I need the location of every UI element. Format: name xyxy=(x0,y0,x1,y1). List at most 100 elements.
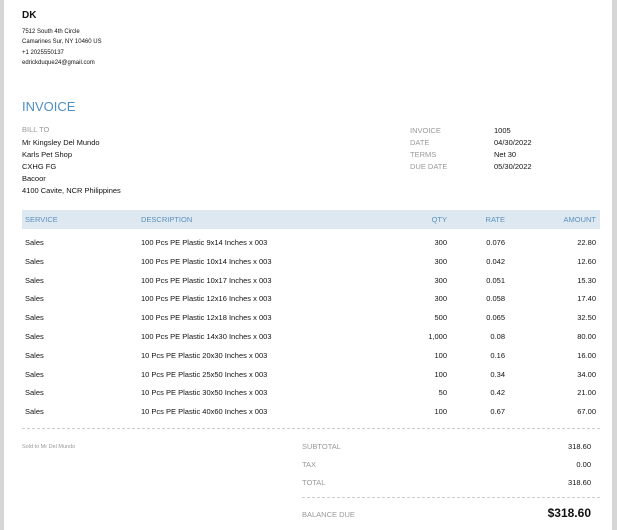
table-row: Sales 100 Pcs PE Plastic 14x30 Inches x … xyxy=(22,327,600,345)
cell-amount: 21.00 xyxy=(577,388,596,398)
bill-to-label: BILL TO xyxy=(22,125,50,134)
total-value: 318.60 xyxy=(568,478,591,487)
cell-rate: 0.058 xyxy=(486,294,505,304)
cell-service: Sales xyxy=(25,294,44,304)
meta-row: TERMS Net 30 xyxy=(410,149,532,161)
cell-qty: 100 xyxy=(434,350,447,360)
bill-to-line: Karls Pet Shop xyxy=(22,150,73,159)
cell-service: Sales xyxy=(25,275,44,285)
cell-qty: 1,000 xyxy=(428,332,447,341)
address-line: Camarines Sur, NY 10460 US xyxy=(22,39,102,46)
header-description: DESCRIPTION xyxy=(141,215,193,224)
cell-amount: 17.40 xyxy=(577,294,596,304)
meta-value: 1005 xyxy=(494,126,511,135)
meta-value: 05/30/2022 xyxy=(494,162,532,171)
header-amount: AMOUNT xyxy=(563,215,597,224)
meta-label: DUE DATE xyxy=(410,162,448,171)
meta-value: 04/30/2022 xyxy=(494,138,532,147)
header-rate: RATE xyxy=(485,215,505,224)
table-row: Sales 100 Pcs PE Plastic 10x17 Inches x … xyxy=(22,271,600,289)
cell-qty: 100 xyxy=(434,407,447,417)
bill-to-line: 4100 Cavite, NCR Philippines xyxy=(22,186,121,195)
subtotal-label: SUBTOTAL xyxy=(302,442,341,451)
cell-rate: 0.051 xyxy=(486,275,505,285)
bill-to-address: Mr Kingsley Del Mundo Karls Pet Shop CXH… xyxy=(22,137,121,197)
cell-qty: 300 xyxy=(434,275,447,285)
cell-description: 100 Pcs PE Plastic 10x17 Inches x 003 xyxy=(141,275,272,285)
cell-service: Sales xyxy=(25,238,44,247)
company-name: DK xyxy=(22,10,37,21)
bill-to-line: CXHG FG xyxy=(22,162,57,171)
cell-amount: 15.30 xyxy=(577,275,596,285)
cell-description: 10 Pcs PE Plastic 25x50 Inches x 003 xyxy=(141,369,268,379)
table-row: Sales 10 Pcs PE Plastic 30x50 Inches x 0… xyxy=(22,383,600,401)
subtotal-value: 318.60 xyxy=(568,442,591,451)
balance-due-label: BALANCE DUE xyxy=(302,510,355,519)
header-qty: QTY xyxy=(431,215,447,224)
cell-amount: 32.50 xyxy=(577,313,596,323)
cell-service: Sales xyxy=(25,350,44,360)
cell-description: 100 Pcs PE Plastic 14x30 Inches x 003 xyxy=(141,332,272,341)
header-service: SERVICE xyxy=(25,215,58,224)
divider xyxy=(302,497,600,498)
cell-rate: 0.34 xyxy=(490,369,505,379)
cell-qty: 100 xyxy=(434,369,447,379)
bill-to-line: Mr Kingsley Del Mundo xyxy=(22,138,100,147)
invoice-title: INVOICE xyxy=(22,99,76,114)
phone: +1 2025550137 xyxy=(22,49,64,56)
cell-amount: 34.00 xyxy=(577,369,596,379)
meta-label: DATE xyxy=(410,138,430,147)
company-address: 7512 South 4th Circle Camarines Sur, NY … xyxy=(22,27,102,69)
cell-amount: 16.00 xyxy=(577,350,596,360)
meta-label: TERMS xyxy=(410,150,437,159)
balance-due-value: $318.60 xyxy=(547,506,591,520)
tax-label: TAX xyxy=(302,460,317,469)
cell-description: 10 Pcs PE Plastic 40x60 Inches x 003 xyxy=(141,407,268,417)
table-row: Sales 100 Pcs PE Plastic 9x14 Inches x 0… xyxy=(22,233,600,251)
tax-value: 0.00 xyxy=(576,460,591,469)
cell-amount: 80.00 xyxy=(577,332,596,341)
cell-service: Sales xyxy=(25,332,44,341)
meta-row: DATE 04/30/2022 xyxy=(410,137,532,149)
meta-row: DUE DATE 05/30/2022 xyxy=(410,161,532,173)
invoice-note: Sold to Mr Del Mundo xyxy=(22,444,76,450)
total-label: TOTAL xyxy=(302,478,326,487)
cell-service: Sales xyxy=(25,256,44,266)
address-line: 7512 South 4th Circle xyxy=(22,29,80,35)
cell-service: Sales xyxy=(25,313,44,323)
table-row: Sales 10 Pcs PE Plastic 40x60 Inches x 0… xyxy=(22,402,600,420)
table-row: Sales 100 Pcs PE Plastic 12x16 Inches x … xyxy=(22,289,600,307)
bill-to-line: Bacoor xyxy=(22,174,46,183)
table-row: Sales 10 Pcs PE Plastic 20x30 Inches x 0… xyxy=(22,346,600,364)
cell-description: 100 Pcs PE Plastic 12x16 Inches x 003 xyxy=(141,294,272,304)
meta-value: Net 30 xyxy=(494,150,517,159)
cell-service: Sales xyxy=(25,369,44,379)
cell-rate: 0.076 xyxy=(486,238,505,247)
cell-description: 100 Pcs PE Plastic 9x14 Inches x 003 xyxy=(141,238,268,247)
cell-description: 100 Pcs PE Plastic 10x14 Inches x 003 xyxy=(141,256,272,266)
cell-description: 10 Pcs PE Plastic 20x30 Inches x 003 xyxy=(141,350,268,360)
cell-amount: 67.00 xyxy=(577,407,596,417)
meta-label: INVOICE xyxy=(410,126,441,135)
cell-qty: 300 xyxy=(434,294,447,304)
table-row: Sales 10 Pcs PE Plastic 25x50 Inches x 0… xyxy=(22,365,600,383)
cell-amount: 12.60 xyxy=(577,256,596,266)
cell-qty: 300 xyxy=(434,256,447,266)
cell-amount: 22.80 xyxy=(577,238,596,247)
cell-description: 100 Pcs PE Plastic 12x18 Inches x 003 xyxy=(141,313,272,323)
invoice-page: DK 7512 South 4th Circle Camarines Sur, … xyxy=(4,0,612,530)
cell-qty: 500 xyxy=(434,313,447,323)
cell-qty: 50 xyxy=(438,388,447,398)
meta-row: INVOICE 1005 xyxy=(410,125,532,137)
table-row: Sales 100 Pcs PE Plastic 12x18 Inches x … xyxy=(22,308,600,326)
invoice-meta: INVOICE 1005 DATE 04/30/2022 TERMS Net 30 DUE … xyxy=(410,125,532,173)
divider xyxy=(22,428,600,429)
cell-service: Sales xyxy=(25,388,44,398)
cell-rate: 0.08 xyxy=(490,332,505,341)
cell-qty: 300 xyxy=(434,238,447,247)
table-header: SERVICE DESCRIPTION QTY RATE AMOUNT xyxy=(22,210,600,229)
cell-description: 10 Pcs PE Plastic 30x50 Inches x 003 xyxy=(141,388,268,398)
cell-rate: 0.042 xyxy=(486,256,505,266)
table-row: Sales 100 Pcs PE Plastic 10x14 Inches x … xyxy=(22,252,600,270)
cell-rate: 0.42 xyxy=(490,388,505,398)
